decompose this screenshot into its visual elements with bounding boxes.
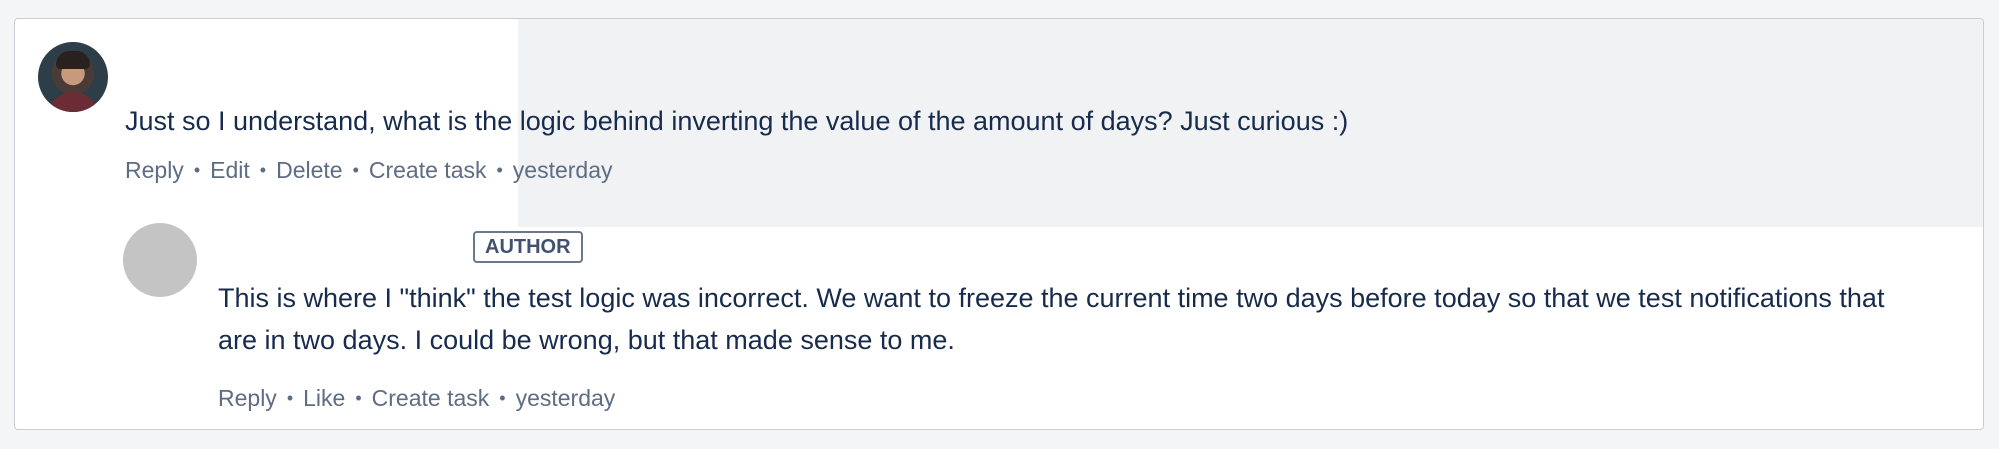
separator-dot: • <box>193 159 201 180</box>
separator-dot: • <box>496 159 503 180</box>
user-avatar-placeholder[interactable] <box>123 223 197 297</box>
reply-link[interactable]: Reply <box>218 385 277 412</box>
avatar-hair-shape <box>56 51 90 69</box>
comment-body: This is where I "think" the test logic w… <box>218 283 1885 355</box>
comment-body: Just so I understand, what is the logic … <box>125 106 1349 136</box>
timestamp-link[interactable]: yesterday <box>513 157 613 184</box>
separator-dot: • <box>355 387 362 408</box>
separator-dot: • <box>352 159 359 180</box>
user-avatar[interactable] <box>38 42 108 112</box>
author-badge: AUTHOR <box>473 231 583 263</box>
avatar-shirt-shape <box>48 92 98 112</box>
create-task-link[interactable]: Create task <box>369 157 487 184</box>
comment-actions: Reply • Like • Create task • yesterday <box>218 383 615 413</box>
create-task-link[interactable]: Create task <box>372 385 490 412</box>
page-background: Just so I understand, what is the logic … <box>0 0 1999 449</box>
separator-dot: • <box>286 387 294 408</box>
separator-dot: • <box>499 387 506 408</box>
like-link[interactable]: Like <box>303 385 345 412</box>
edit-link[interactable]: Edit <box>210 157 250 184</box>
separator-dot: • <box>259 159 267 180</box>
delete-link[interactable]: Delete <box>276 157 342 184</box>
timestamp-link[interactable]: yesterday <box>516 385 616 412</box>
comment-thread-panel: Just so I understand, what is the logic … <box>14 18 1984 430</box>
reply-link[interactable]: Reply <box>125 157 184 184</box>
comment-actions: Reply • Edit • Delete • Create task • ye… <box>125 155 613 185</box>
